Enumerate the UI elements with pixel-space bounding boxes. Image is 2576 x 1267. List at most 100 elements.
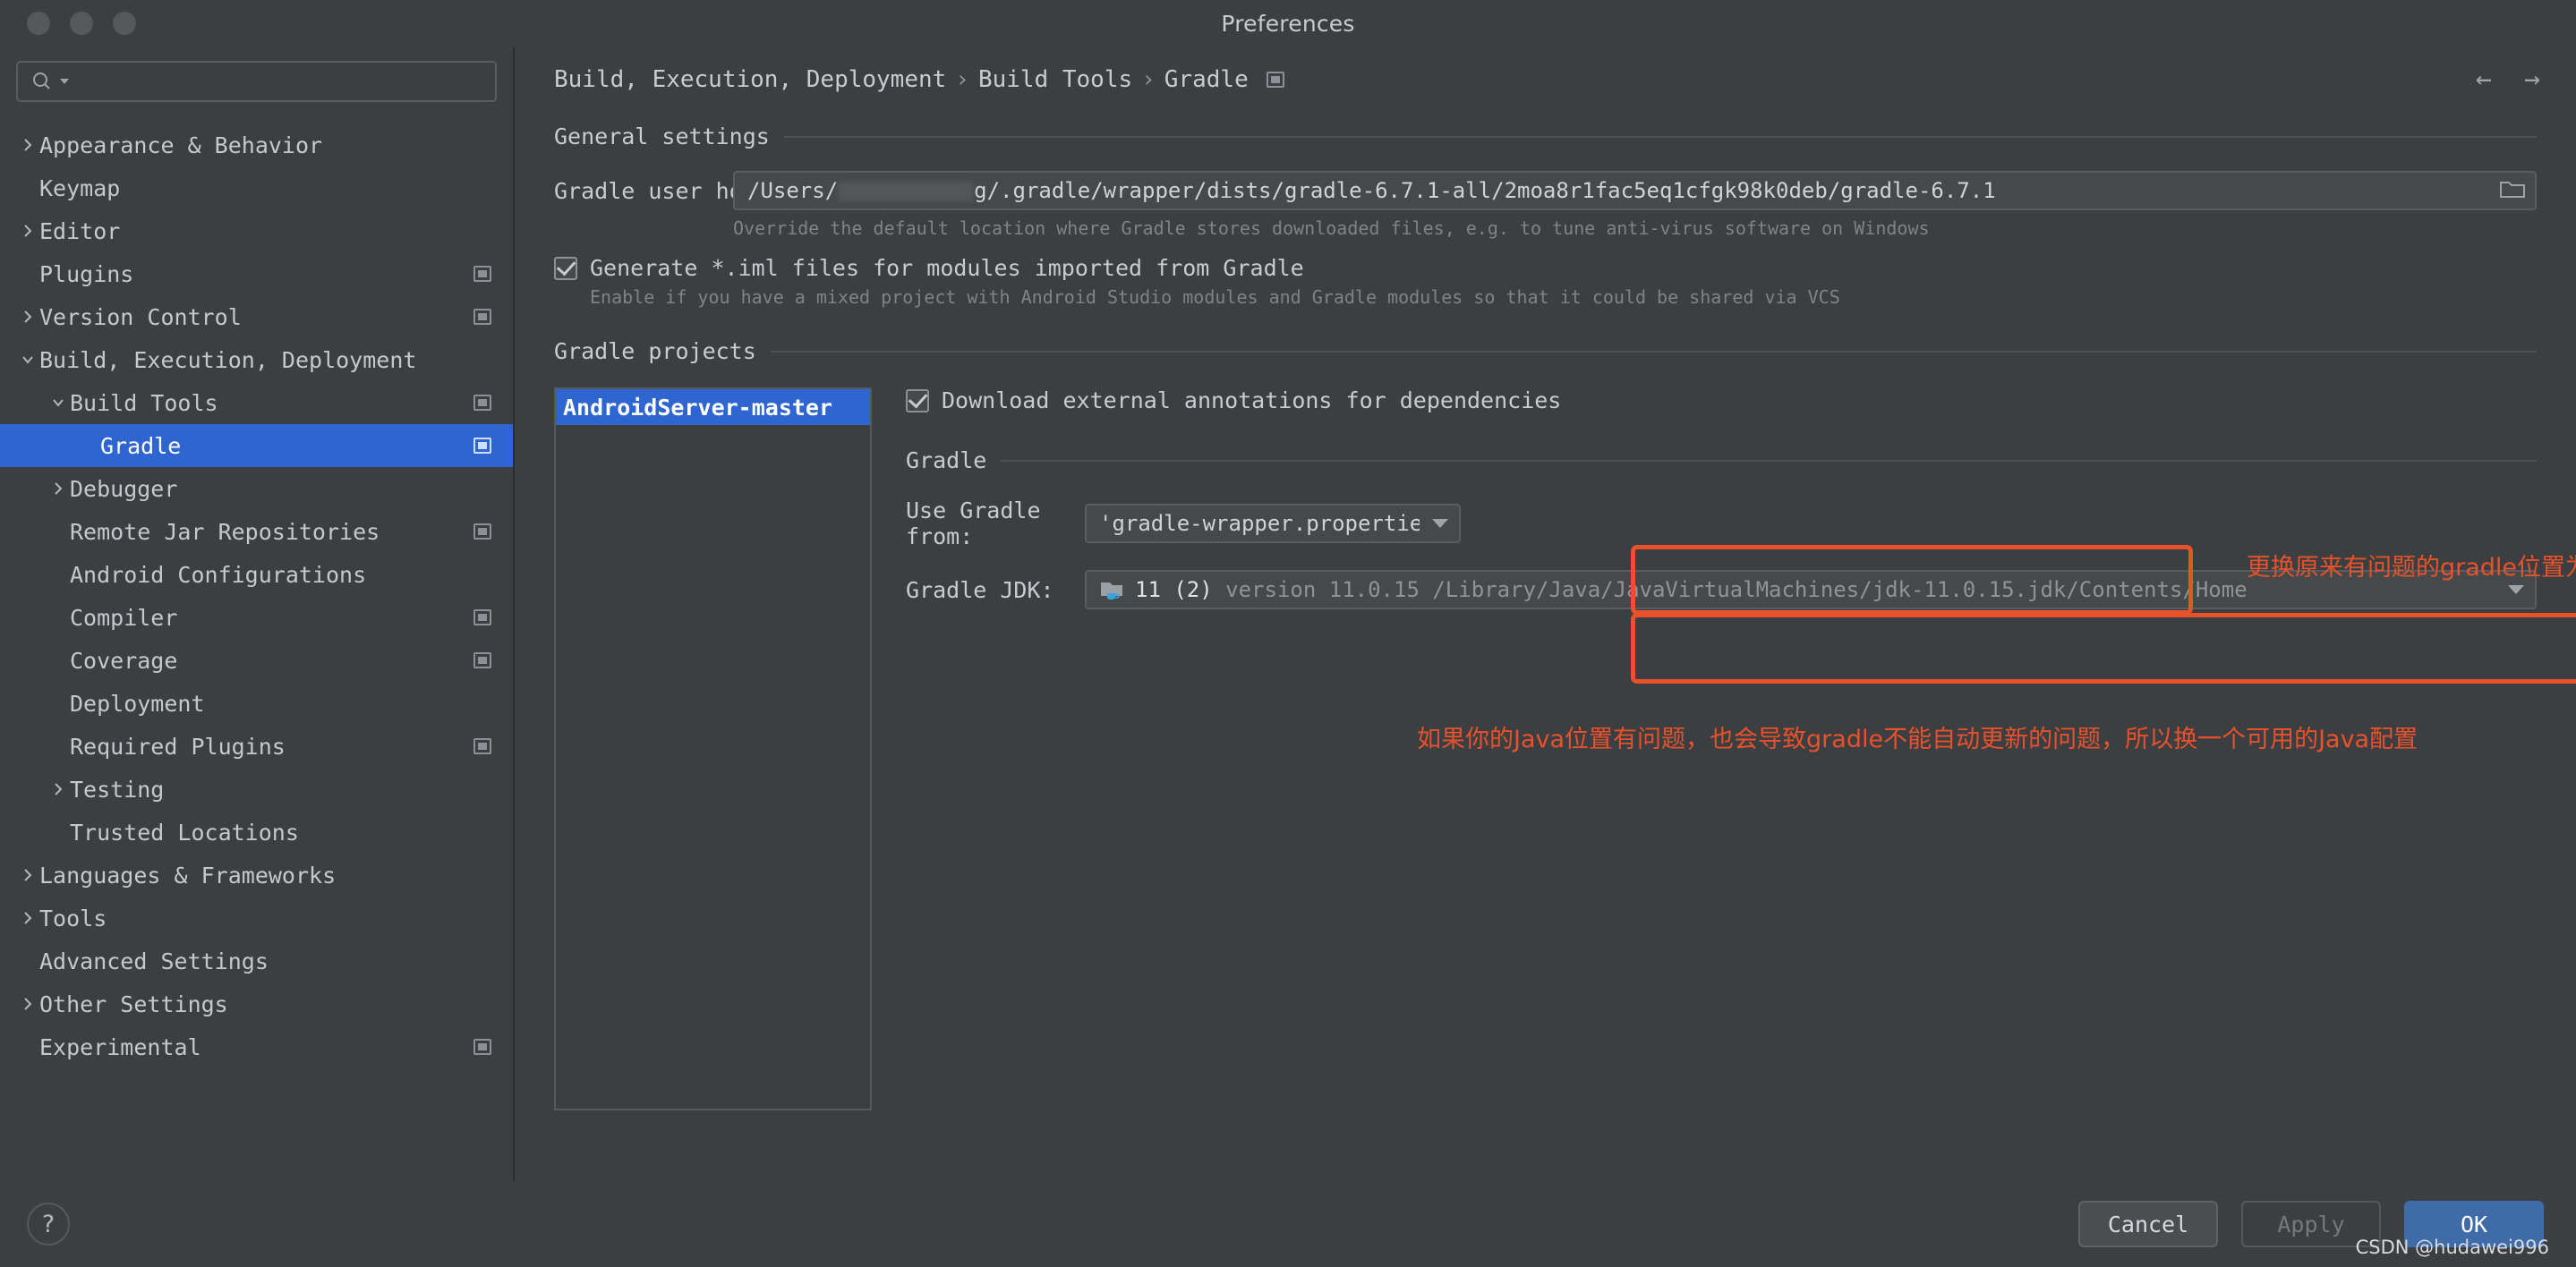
chevron-right-icon[interactable] — [16, 996, 39, 1012]
sidebar-item-label: Version Control — [39, 303, 242, 330]
search-box[interactable] — [16, 61, 497, 102]
chevron-right-icon[interactable] — [16, 867, 39, 883]
gradle-projects-list[interactable]: AndroidServer-master — [554, 387, 872, 1110]
sidebar-item-label: Other Settings — [39, 991, 228, 1017]
generate-iml-label: Generate *.iml files for modules importe… — [590, 255, 1304, 281]
sidebar-item-label: Android Configurations — [70, 561, 367, 588]
settings-sync-icon[interactable] — [473, 609, 491, 625]
breadcrumb-item-2[interactable]: Gradle — [1164, 66, 1249, 93]
search-input[interactable] — [75, 70, 482, 93]
generate-iml-row[interactable]: Generate *.iml files for modules importe… — [554, 255, 2537, 281]
sidebar-item-label: Plugins — [39, 260, 134, 287]
chevron-right-icon[interactable] — [16, 309, 39, 325]
settings-tree: Appearance & Behavior Keymap Editor Plugins… — [0, 116, 513, 1181]
settings-sync-icon[interactable] — [473, 309, 491, 325]
chevron-right-icon[interactable] — [47, 781, 70, 797]
use-gradle-from-dropdown[interactable]: 'gradle-wrapper.properties' file — [1085, 504, 1461, 543]
gradle-user-home-hint: Override the default location where Grad… — [733, 217, 1930, 239]
gradle-user-home-value: /Users/g/.gradle/wrapper/dists/gradle-6.… — [747, 178, 1996, 203]
redacted-username — [839, 182, 974, 201]
chevron-down-icon[interactable] — [47, 395, 70, 411]
chevron-down-icon[interactable] — [1432, 519, 1448, 528]
gradle-subsection: Gradle Use Gradle from: 'gradle-wrapper.… — [906, 447, 2537, 616]
chevron-right-icon[interactable] — [16, 223, 39, 239]
list-item[interactable]: AndroidServer-master — [556, 389, 870, 425]
chevron-right-icon[interactable] — [16, 910, 39, 926]
settings-content: Build, Execution, Deployment › Build Too… — [515, 47, 2576, 1181]
sidebar-item-label: Trusted Locations — [70, 819, 299, 846]
cancel-button[interactable]: Cancel — [2078, 1201, 2218, 1247]
sidebar-item-label: Deployment — [70, 690, 205, 717]
sidebar-item-experimental[interactable]: Experimental — [0, 1025, 513, 1068]
settings-sync-icon[interactable] — [1266, 72, 1284, 88]
sidebar-item-advanced-settings[interactable]: Advanced Settings — [0, 940, 513, 982]
breadcrumb-item-0[interactable]: Build, Execution, Deployment — [554, 66, 946, 93]
chevron-down-icon[interactable] — [2508, 585, 2524, 594]
chevron-right-icon[interactable] — [16, 137, 39, 153]
sidebar-item-testing[interactable]: Testing — [0, 768, 513, 811]
general-settings-header: General settings — [554, 123, 2537, 149]
gradle-user-home-row: Gradle user home: /Users/g/.gradle/wrapp… — [554, 171, 2537, 210]
sidebar-item-version-control[interactable]: Version Control — [0, 295, 513, 338]
generate-iml-checkbox[interactable] — [554, 256, 577, 280]
breadcrumb: Build, Execution, Deployment › Build Too… — [515, 47, 2576, 94]
settings-sync-icon[interactable] — [473, 1039, 491, 1055]
watermark: CSDN @hudawei996 — [2355, 1237, 2549, 1258]
dialog-footer: ? Cancel Apply OK CSDN @hudawei996 — [0, 1181, 2576, 1267]
preferences-window: Preferences Appearance & Behavior Keymap… — [0, 0, 2576, 1267]
sidebar-item-other-settings[interactable]: Other Settings — [0, 982, 513, 1025]
use-gradle-from-value: 'gradle-wrapper.properties' file — [1099, 511, 1420, 536]
sidebar-item-label: Compiler — [70, 604, 178, 631]
sidebar-item-appearance-behavior[interactable]: Appearance & Behavior — [0, 123, 513, 166]
sidebar-item-trusted-locations[interactable]: Trusted Locations — [0, 811, 513, 854]
sidebar-item-remote-jar-repositories[interactable]: Remote Jar Repositories — [0, 510, 513, 553]
settings-sync-icon[interactable] — [473, 523, 491, 540]
sidebar-item-coverage[interactable]: Coverage — [0, 639, 513, 682]
use-gradle-from-label: Use Gradle from: — [906, 497, 1041, 549]
sidebar-item-plugins[interactable]: Plugins — [0, 252, 513, 295]
sidebar-item-required-plugins[interactable]: Required Plugins — [0, 725, 513, 768]
sidebar-item-keymap[interactable]: Keymap — [0, 166, 513, 209]
sidebar-item-debugger[interactable]: Debugger — [0, 467, 513, 510]
breadcrumb-separator: › — [1141, 66, 1156, 93]
sidebar-item-android-configurations[interactable]: Android Configurations — [0, 553, 513, 596]
sidebar-item-deployment[interactable]: Deployment — [0, 682, 513, 725]
search-icon — [30, 70, 54, 93]
download-annotations-checkbox[interactable] — [906, 388, 929, 412]
sidebar-item-label: Gradle — [100, 432, 182, 459]
sidebar-item-tools[interactable]: Tools — [0, 897, 513, 940]
generate-iml-hint: Enable if you have a mixed project with … — [590, 286, 1840, 308]
general-settings-title: General settings — [554, 123, 770, 149]
section-divider — [770, 350, 2537, 353]
sidebar-item-label: Debugger — [70, 475, 178, 502]
gradle-user-home-hint-row: Override the default location where Grad… — [554, 217, 2537, 239]
settings-sync-icon[interactable] — [473, 438, 491, 454]
settings-sync-icon[interactable] — [473, 652, 491, 668]
gradle-user-home-field[interactable]: /Users/g/.gradle/wrapper/dists/gradle-6.… — [733, 171, 2537, 210]
jdk-folder-icon — [1099, 578, 1126, 601]
sidebar-item-label: Appearance & Behavior — [39, 132, 323, 158]
settings-sync-icon[interactable] — [473, 395, 491, 411]
sidebar-item-build-execution-deployment[interactable]: Build, Execution, Deployment — [0, 338, 513, 381]
breadcrumb-item-1[interactable]: Build Tools — [978, 66, 1132, 93]
folder-icon[interactable] — [2499, 177, 2526, 204]
window-title: Preferences — [1221, 10, 1355, 37]
sidebar-item-languages-frameworks[interactable]: Languages & Frameworks — [0, 854, 513, 897]
chevron-down-icon[interactable] — [16, 352, 39, 368]
gradle-section-title: Gradle — [906, 447, 987, 473]
search-dropdown-icon[interactable] — [59, 76, 70, 87]
settings-sync-icon[interactable] — [473, 266, 491, 282]
help-button[interactable]: ? — [27, 1203, 70, 1246]
sidebar-item-label: Build, Execution, Deployment — [39, 346, 417, 373]
forward-arrow-icon[interactable]: → — [2524, 66, 2540, 93]
sidebar-item-editor[interactable]: Editor — [0, 209, 513, 252]
gradle-projects-header: Gradle projects — [554, 338, 2537, 364]
settings-sync-icon[interactable] — [473, 738, 491, 754]
sidebar-item-compiler[interactable]: Compiler — [0, 596, 513, 639]
sidebar-item-build-tools[interactable]: Build Tools — [0, 381, 513, 424]
download-annotations-row[interactable]: Download external annotations for depend… — [906, 387, 2537, 413]
back-arrow-icon[interactable]: ← — [2476, 66, 2492, 93]
chevron-right-icon[interactable] — [47, 480, 70, 497]
sidebar-item-gradle[interactable]: Gradle — [0, 424, 513, 467]
sidebar-item-label: Keymap — [39, 174, 121, 201]
